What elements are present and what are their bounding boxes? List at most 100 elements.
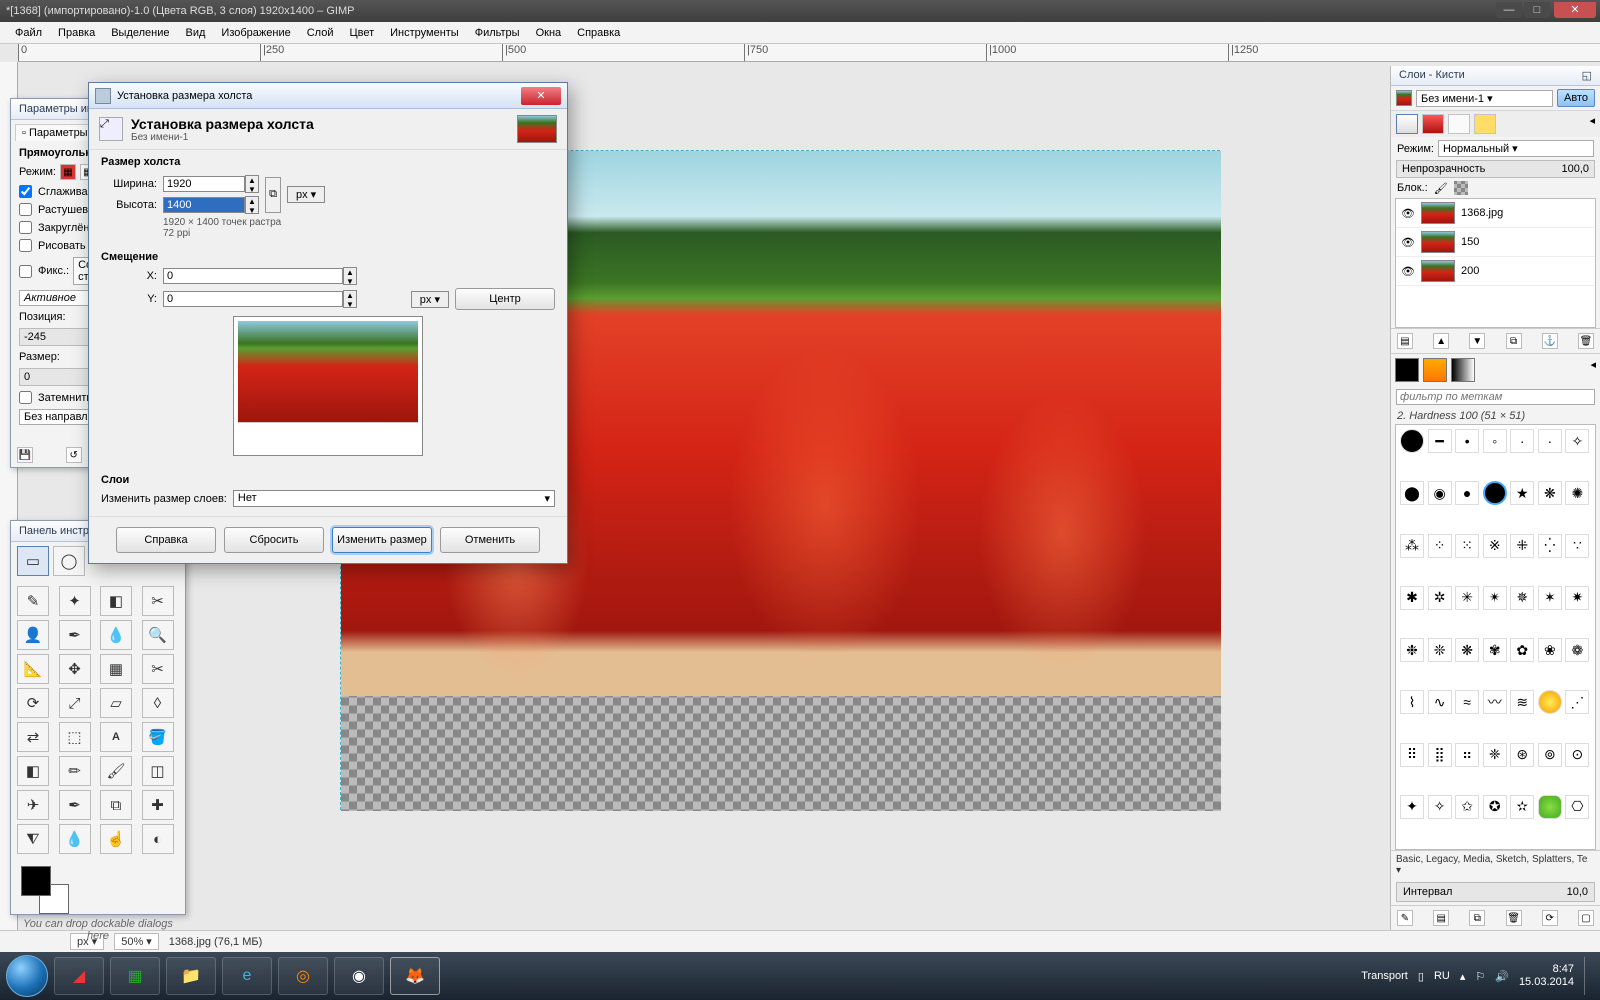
resize-layers-combo[interactable]: Нет ▾ (233, 490, 555, 507)
brush-item[interactable]: ◦ (1483, 429, 1507, 453)
crop-tool[interactable]: ✂ (142, 654, 174, 684)
layer-row[interactable]: 👁200 (1396, 257, 1595, 286)
reset-button[interactable]: Сбросить (224, 527, 324, 553)
show-desktop-button[interactable] (1584, 957, 1592, 995)
size-unit-selector[interactable]: px ▾ (287, 186, 325, 203)
heal-tool[interactable]: ✚ (142, 790, 174, 820)
brush-item[interactable]: ❊ (1428, 638, 1452, 662)
brush-item[interactable]: ✳ (1455, 586, 1479, 610)
link-dimensions-icon[interactable]: ⧉ (265, 177, 281, 213)
brush-item[interactable]: • (1455, 429, 1479, 453)
window-close-button[interactable]: ✕ (1554, 2, 1596, 18)
perspective-tool[interactable]: ◊ (142, 688, 174, 718)
brush-item[interactable]: ∵ (1565, 534, 1589, 558)
menu-help[interactable]: Справка (570, 25, 627, 41)
menu-edit[interactable]: Правка (51, 25, 102, 41)
brush-item[interactable]: ✦ (1400, 795, 1424, 819)
brush-item[interactable] (1538, 795, 1562, 819)
save-preset-icon[interactable]: 💾 (17, 447, 33, 463)
brush-item[interactable]: ⊛ (1510, 743, 1534, 767)
layers-tab-icon[interactable] (1396, 114, 1418, 134)
brush-item[interactable]: ✱ (1400, 586, 1424, 610)
y-input[interactable]: ▲▼ (163, 290, 405, 308)
brush-item[interactable]: ⁙ (1455, 534, 1479, 558)
tray-volume-icon[interactable]: 🔊 (1495, 970, 1509, 983)
canvas-preview[interactable] (233, 316, 423, 456)
tray-clock[interactable]: 8:47 15.03.2014 (1519, 963, 1574, 989)
brush-item[interactable]: ━ (1428, 429, 1452, 453)
menu-image[interactable]: Изображение (214, 25, 297, 41)
brush-item[interactable]: ❁ (1565, 638, 1589, 662)
tray-flag-icon[interactable]: ▯ (1418, 970, 1424, 983)
taskbar-explorer-icon[interactable]: 📁 (166, 957, 216, 995)
brush-item[interactable]: ⊙ (1565, 743, 1589, 767)
menu-filters[interactable]: Фильтры (468, 25, 527, 41)
blend-mode-combo[interactable]: Нормальный ▾ (1438, 140, 1594, 157)
brush-grid[interactable]: ━•◦∙·✧ ⬤◉●★❋✺ ⁂⁘⁙※⁜⁛∵ ✱✲✳✴✵✶✷ ❉❊❋✾✿❀❁ ⌇∿… (1395, 424, 1596, 850)
zoom-tool[interactable]: 🔍 (142, 620, 174, 650)
bucket-tool[interactable]: 🪣 (142, 722, 174, 752)
ink-tool[interactable]: ✒ (59, 790, 91, 820)
brush-item[interactable]: ⬤ (1400, 481, 1424, 505)
open-as-image-icon[interactable]: ▢ (1578, 910, 1594, 926)
image-selector[interactable]: Без имени-1 ▾ (1416, 90, 1553, 107)
paintbrush-tool[interactable]: 🖌 (100, 756, 132, 786)
tab-menu-icon[interactable]: ◂ (1589, 114, 1595, 134)
brush-item[interactable]: ✿ (1510, 638, 1534, 662)
rotate-tool[interactable]: ⟳ (17, 688, 49, 718)
smudge-tool[interactable]: ☝ (100, 824, 132, 854)
brush-item[interactable]: ❀ (1538, 638, 1562, 662)
delete-layer-icon[interactable]: 🗑 (1578, 333, 1594, 349)
restore-preset-icon[interactable]: ↺ (66, 447, 82, 463)
brush-item[interactable]: ✷ (1565, 586, 1589, 610)
visibility-icon[interactable]: 👁 (1401, 207, 1415, 220)
refresh-brush-icon[interactable]: ⟳ (1542, 910, 1558, 926)
undo-tab-icon[interactable] (1474, 114, 1496, 134)
edit-brush-icon[interactable]: ✎ (1397, 910, 1413, 926)
start-button[interactable] (6, 955, 48, 997)
brush-item[interactable]: ⊚ (1538, 743, 1562, 767)
fuzzy-select-tool[interactable]: ✦ (59, 586, 91, 616)
brush-item[interactable]: ※ (1483, 534, 1507, 558)
layer-name[interactable]: 1368.jpg (1461, 207, 1503, 219)
brush-item[interactable]: ∙ (1510, 429, 1534, 453)
auto-button[interactable]: Авто (1557, 89, 1595, 107)
taskbar-excel-icon[interactable]: ▦ (110, 957, 160, 995)
lower-layer-icon[interactable]: ▼ (1469, 333, 1485, 349)
brush-categories[interactable]: Basic, Legacy, Media, Sketch, Splatters,… (1391, 850, 1600, 879)
brush-item[interactable]: ⁛ (1538, 534, 1562, 558)
brush-item[interactable] (1400, 429, 1424, 453)
help-button[interactable]: Справка (116, 527, 216, 553)
measure-tool[interactable]: 📐 (17, 654, 49, 684)
layer-row[interactable]: 👁150 (1396, 228, 1595, 257)
x-spinner[interactable]: ▲▼ (343, 267, 357, 285)
dialog-close-button[interactable]: ✕ (521, 87, 561, 105)
lock-pixels-icon[interactable]: 🖌 (1434, 182, 1448, 195)
center-button[interactable]: Центр (455, 288, 555, 310)
menu-windows[interactable]: Окна (529, 25, 569, 41)
duplicate-brush-icon[interactable]: ⧉ (1469, 910, 1485, 926)
color-picker-tool[interactable]: 💧 (100, 620, 132, 650)
window-maximize-button[interactable]: □ (1524, 2, 1550, 18)
airbrush-tool[interactable]: ✈ (17, 790, 49, 820)
taskbar-ie-icon[interactable]: e (222, 957, 272, 995)
delete-brush-icon[interactable]: 🗑 (1506, 910, 1522, 926)
ellipse-select-tool[interactable]: ◯ (53, 546, 85, 576)
brush-item[interactable]: ✾ (1483, 638, 1507, 662)
brush-item[interactable]: ⌇ (1400, 690, 1424, 714)
height-input[interactable]: ▲▼ (163, 196, 259, 214)
layer-name[interactable]: 150 (1461, 236, 1479, 248)
brush-item[interactable]: ⠿ (1400, 743, 1424, 767)
foreground-tool[interactable]: 👤 (17, 620, 49, 650)
resize-button[interactable]: Изменить размер (332, 527, 432, 553)
brush-item[interactable]: ∿ (1428, 690, 1452, 714)
taskbar-chrome-icon[interactable]: ◉ (334, 957, 384, 995)
brush-item[interactable]: ❉ (1400, 638, 1424, 662)
taskbar-adobe-icon[interactable]: ◢ (54, 957, 104, 995)
brush-item[interactable]: · (1538, 429, 1562, 453)
offset-unit-selector[interactable]: px ▾ (411, 291, 449, 308)
visibility-icon[interactable]: 👁 (1401, 265, 1415, 278)
brush-item[interactable]: ❋ (1538, 481, 1562, 505)
brush-item[interactable]: ✵ (1510, 586, 1534, 610)
brush-item[interactable] (1538, 690, 1562, 714)
